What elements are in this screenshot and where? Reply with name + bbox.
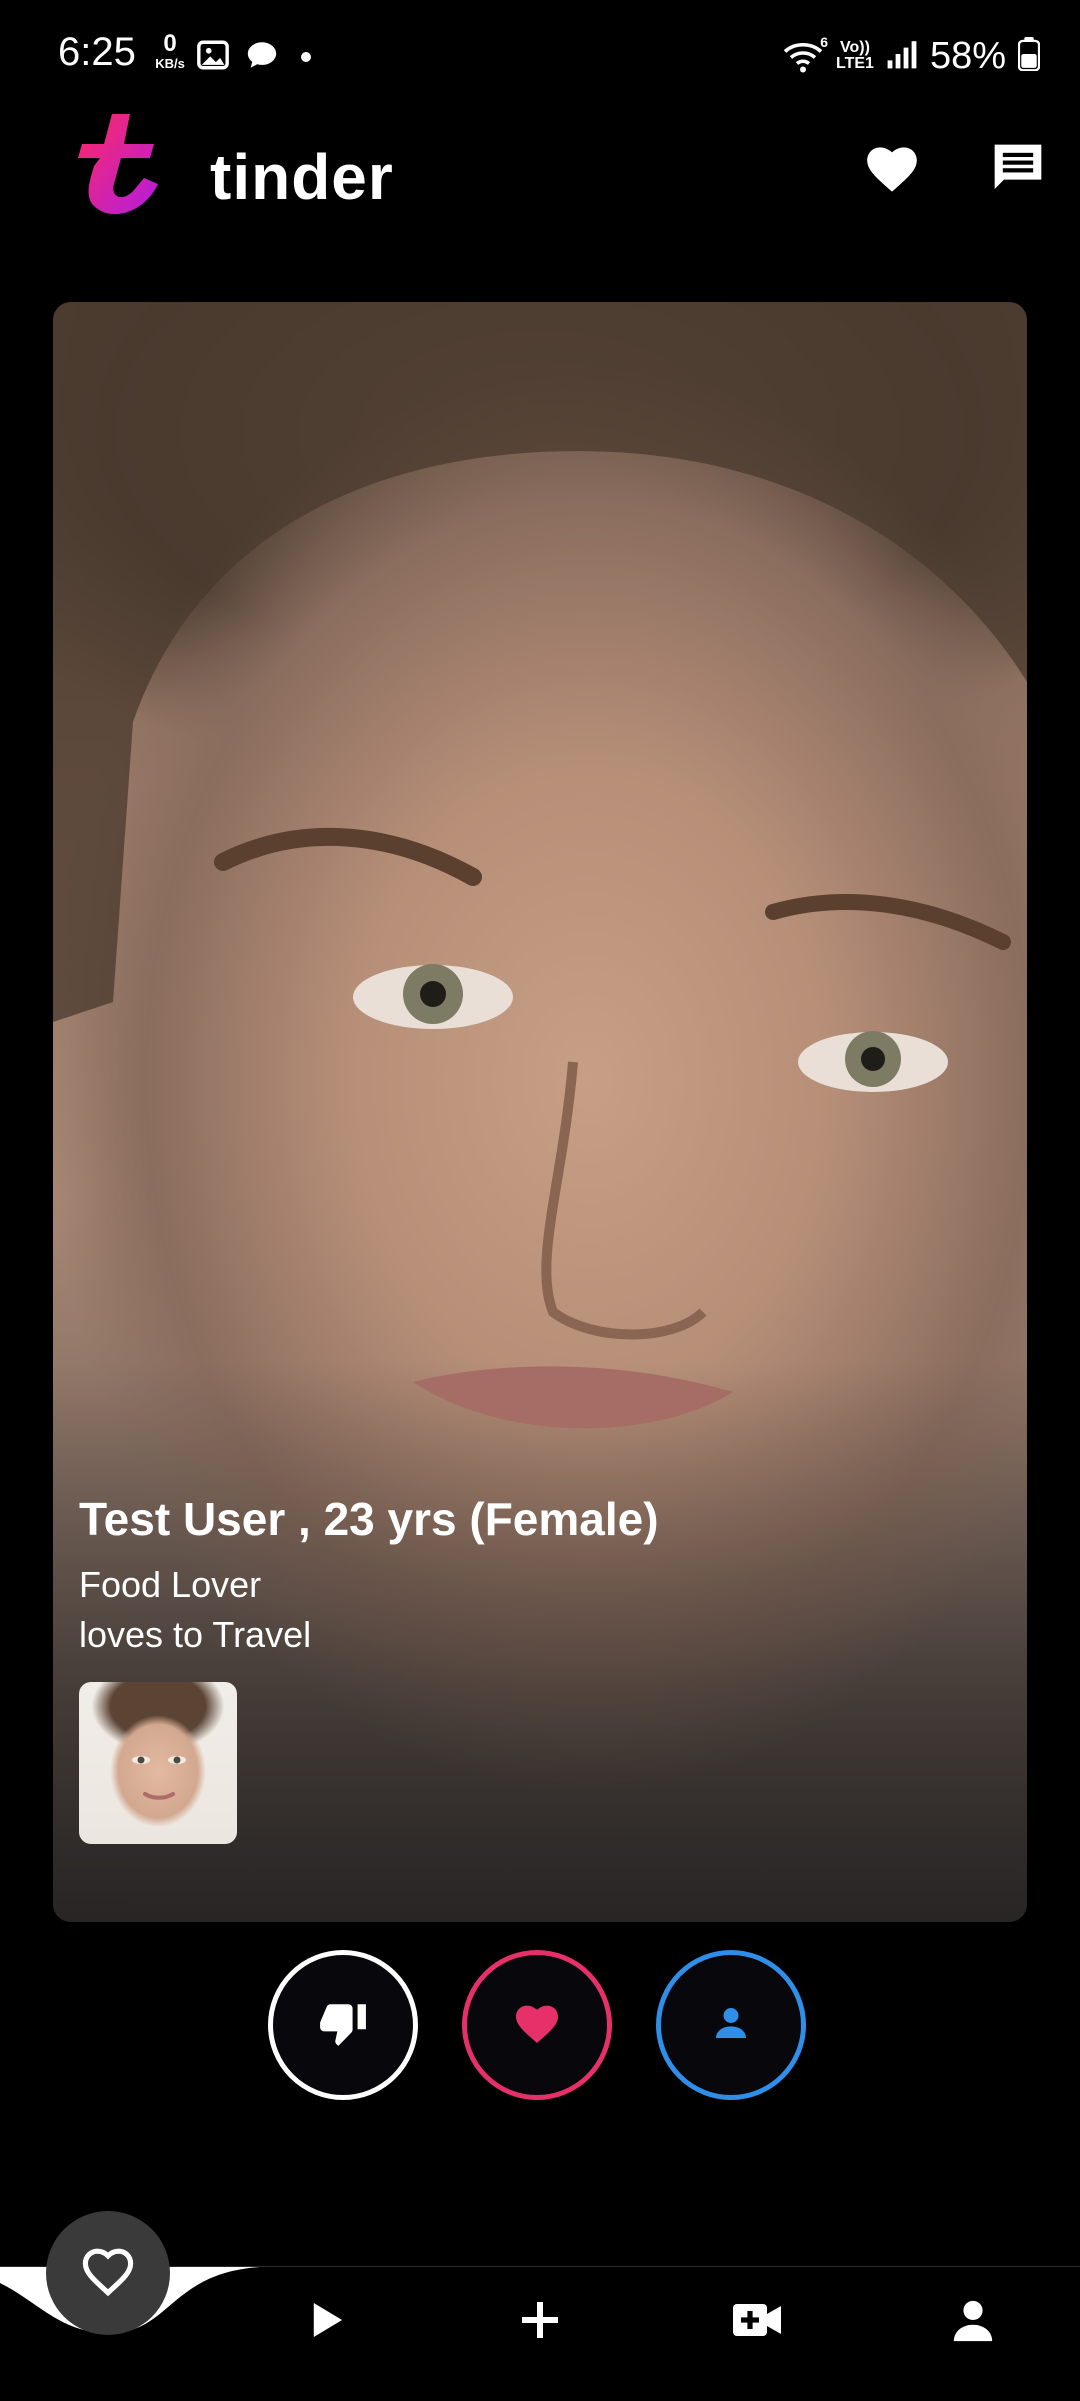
status-right-group: 6 Vo)) LTE1 58% <box>782 28 1041 84</box>
profile-name: Test User , 23 yrs (Female) <box>79 1493 659 1545</box>
video-add-icon <box>731 2302 783 2343</box>
lte-bottom: LTE1 <box>836 55 874 72</box>
nav-add-button[interactable] <box>505 2287 575 2357</box>
profile-bio-line: Food Lover <box>79 1564 262 1605</box>
dislike-button[interactable] <box>268 1950 418 2100</box>
nav-video-add-button[interactable] <box>722 2287 792 2357</box>
battery-percent: 58% <box>929 34 1006 77</box>
heart-icon <box>863 142 921 199</box>
plus-icon <box>520 2300 560 2345</box>
bottom-navigation <box>0 2211 1080 2401</box>
network-speed-unit: KB/s <box>155 56 185 71</box>
nav-favorites-button[interactable] <box>46 2211 170 2335</box>
profile-thumbnail[interactable] <box>79 1682 237 1844</box>
app-name: tinder <box>210 141 394 213</box>
wifi-icon: 6 <box>782 34 828 74</box>
gallery-icon <box>196 38 230 77</box>
tinder-logo-icon[interactable] <box>72 110 172 222</box>
app-header: tinder <box>0 110 1080 290</box>
heart-icon <box>513 2001 561 2050</box>
network-speed: 0 KB/s <box>150 30 190 71</box>
person-icon <box>950 2297 996 2348</box>
profile-info: Test User , 23 yrs (Female) Food Lover l… <box>79 1492 659 1664</box>
action-buttons <box>0 1950 1080 2110</box>
like-button[interactable] <box>462 1950 612 2100</box>
messages-button[interactable] <box>978 130 1058 210</box>
nav-profile-button[interactable] <box>938 2287 1008 2357</box>
status-bar: 6:25 0 KB/s 6 Vo)) LTE1 58% <box>0 0 1080 110</box>
profile-photo <box>53 302 1027 1429</box>
wifi-label: 6 <box>820 34 828 50</box>
lte-top: Vo)) <box>840 39 870 56</box>
chat-icon <box>989 140 1047 201</box>
notification-dot-icon <box>300 50 312 68</box>
lte-indicator: Vo)) LTE1 <box>836 40 874 72</box>
person-icon <box>711 2003 751 2048</box>
signal-icon <box>886 38 918 75</box>
battery-icon <box>1017 36 1041 76</box>
thumbs-down-icon <box>317 1998 369 2053</box>
play-icon <box>310 2301 344 2344</box>
chat-notification-icon <box>244 38 280 77</box>
likes-heart-button[interactable] <box>852 130 932 210</box>
favorites-icon <box>80 2245 136 2302</box>
view-profile-button[interactable] <box>656 1950 806 2100</box>
status-time: 6:25 <box>58 30 136 74</box>
profile-bio-line: loves to Travel <box>79 1614 312 1655</box>
nav-play-button[interactable] <box>292 2287 362 2357</box>
profile-card[interactable]: Test User , 23 yrs (Female) Food Lover l… <box>53 302 1027 1922</box>
network-speed-value: 0 <box>163 30 177 57</box>
